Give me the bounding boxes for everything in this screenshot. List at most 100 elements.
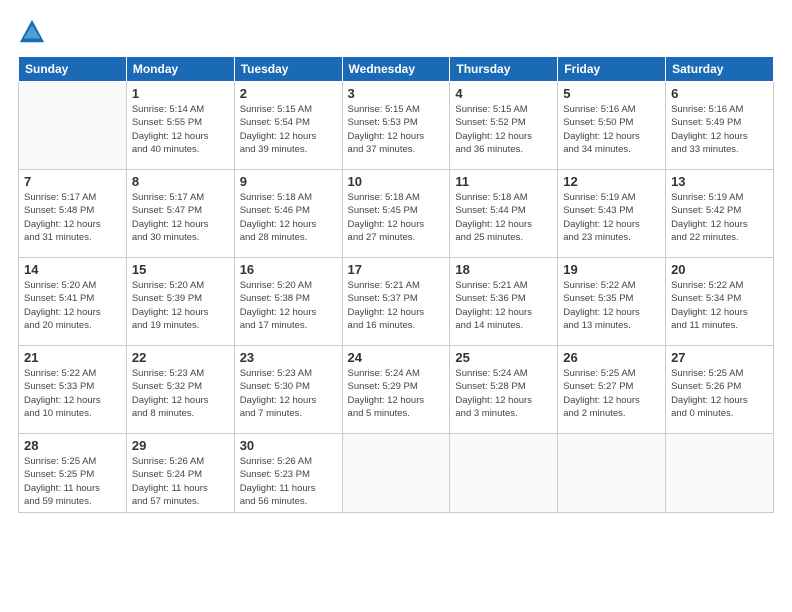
day-info: Sunrise: 5:23 AM Sunset: 5:30 PM Dayligh…: [240, 367, 337, 420]
day-number: 7: [24, 174, 121, 189]
calendar-cell: 11 Sunrise: 5:18 AM Sunset: 5:44 PM Dayli…: [450, 170, 558, 258]
calendar-cell: 5 Sunrise: 5:16 AM Sunset: 5:50 PM Daylig…: [558, 82, 666, 170]
day-number: 5: [563, 86, 660, 101]
day-info: Sunrise: 5:22 AM Sunset: 5:33 PM Dayligh…: [24, 367, 121, 420]
calendar-header-row: SundayMondayTuesdayWednesdayThursdayFrid…: [19, 57, 774, 82]
day-info: Sunrise: 5:26 AM Sunset: 5:24 PM Dayligh…: [132, 455, 229, 508]
day-info: Sunrise: 5:16 AM Sunset: 5:49 PM Dayligh…: [671, 103, 768, 156]
calendar-cell: 6 Sunrise: 5:16 AM Sunset: 5:49 PM Daylig…: [666, 82, 774, 170]
calendar-cell: 29 Sunrise: 5:26 AM Sunset: 5:24 PM Dayli…: [126, 434, 234, 513]
day-info: Sunrise: 5:21 AM Sunset: 5:36 PM Dayligh…: [455, 279, 552, 332]
day-number: 29: [132, 438, 229, 453]
calendar: SundayMondayTuesdayWednesdayThursdayFrid…: [18, 56, 774, 513]
day-info: Sunrise: 5:14 AM Sunset: 5:55 PM Dayligh…: [132, 103, 229, 156]
day-info: Sunrise: 5:18 AM Sunset: 5:45 PM Dayligh…: [348, 191, 445, 244]
logo: [18, 18, 48, 46]
day-header-monday: Monday: [126, 57, 234, 82]
day-number: 3: [348, 86, 445, 101]
day-number: 9: [240, 174, 337, 189]
day-info: Sunrise: 5:25 AM Sunset: 5:27 PM Dayligh…: [563, 367, 660, 420]
calendar-week-2: 7 Sunrise: 5:17 AM Sunset: 5:48 PM Daylig…: [19, 170, 774, 258]
day-info: Sunrise: 5:24 AM Sunset: 5:29 PM Dayligh…: [348, 367, 445, 420]
day-info: Sunrise: 5:26 AM Sunset: 5:23 PM Dayligh…: [240, 455, 337, 508]
day-header-tuesday: Tuesday: [234, 57, 342, 82]
day-number: 17: [348, 262, 445, 277]
calendar-cell: [666, 434, 774, 513]
day-header-thursday: Thursday: [450, 57, 558, 82]
calendar-week-3: 14 Sunrise: 5:20 AM Sunset: 5:41 PM Dayli…: [19, 258, 774, 346]
day-info: Sunrise: 5:22 AM Sunset: 5:35 PM Dayligh…: [563, 279, 660, 332]
day-info: Sunrise: 5:24 AM Sunset: 5:28 PM Dayligh…: [455, 367, 552, 420]
calendar-cell: 26Sunrise: 5:25 AM Sunset: 5:27 PM Dayli…: [558, 346, 666, 434]
calendar-cell: 19 Sunrise: 5:22 AM Sunset: 5:35 PM Dayli…: [558, 258, 666, 346]
calendar-cell: 9 Sunrise: 5:18 AM Sunset: 5:46 PM Daylig…: [234, 170, 342, 258]
day-number: 16: [240, 262, 337, 277]
calendar-cell: 7 Sunrise: 5:17 AM Sunset: 5:48 PM Daylig…: [19, 170, 127, 258]
logo-icon: [18, 18, 46, 46]
day-info: Sunrise: 5:15 AM Sunset: 5:52 PM Dayligh…: [455, 103, 552, 156]
header: [18, 18, 774, 46]
day-number: 13: [671, 174, 768, 189]
day-info: Sunrise: 5:18 AM Sunset: 5:44 PM Dayligh…: [455, 191, 552, 244]
day-info: Sunrise: 5:25 AM Sunset: 5:26 PM Dayligh…: [671, 367, 768, 420]
calendar-cell: 20Sunrise: 5:22 AM Sunset: 5:34 PM Dayli…: [666, 258, 774, 346]
calendar-cell: 21Sunrise: 5:22 AM Sunset: 5:33 PM Dayli…: [19, 346, 127, 434]
calendar-cell: 3 Sunrise: 5:15 AM Sunset: 5:53 PM Daylig…: [342, 82, 450, 170]
day-info: Sunrise: 5:20 AM Sunset: 5:38 PM Dayligh…: [240, 279, 337, 332]
day-header-wednesday: Wednesday: [342, 57, 450, 82]
day-number: 11: [455, 174, 552, 189]
day-number: 23: [240, 350, 337, 365]
calendar-cell: 15 Sunrise: 5:20 AM Sunset: 5:39 PM Dayli…: [126, 258, 234, 346]
day-info: Sunrise: 5:20 AM Sunset: 5:39 PM Dayligh…: [132, 279, 229, 332]
day-info: Sunrise: 5:22 AM Sunset: 5:34 PM Dayligh…: [671, 279, 768, 332]
day-number: 4: [455, 86, 552, 101]
day-number: 19: [563, 262, 660, 277]
day-info: Sunrise: 5:19 AM Sunset: 5:42 PM Dayligh…: [671, 191, 768, 244]
calendar-cell: 25 Sunrise: 5:24 AM Sunset: 5:28 PM Dayli…: [450, 346, 558, 434]
day-info: Sunrise: 5:20 AM Sunset: 5:41 PM Dayligh…: [24, 279, 121, 332]
day-header-sunday: Sunday: [19, 57, 127, 82]
calendar-week-4: 21Sunrise: 5:22 AM Sunset: 5:33 PM Dayli…: [19, 346, 774, 434]
day-info: Sunrise: 5:21 AM Sunset: 5:37 PM Dayligh…: [348, 279, 445, 332]
day-info: Sunrise: 5:18 AM Sunset: 5:46 PM Dayligh…: [240, 191, 337, 244]
calendar-cell: 14 Sunrise: 5:20 AM Sunset: 5:41 PM Dayli…: [19, 258, 127, 346]
day-header-saturday: Saturday: [666, 57, 774, 82]
day-info: Sunrise: 5:15 AM Sunset: 5:54 PM Dayligh…: [240, 103, 337, 156]
calendar-cell: [558, 434, 666, 513]
day-info: Sunrise: 5:15 AM Sunset: 5:53 PM Dayligh…: [348, 103, 445, 156]
calendar-cell: 12Sunrise: 5:19 AM Sunset: 5:43 PM Dayli…: [558, 170, 666, 258]
calendar-cell: 30 Sunrise: 5:26 AM Sunset: 5:23 PM Dayli…: [234, 434, 342, 513]
page: SundayMondayTuesdayWednesdayThursdayFrid…: [0, 0, 792, 612]
calendar-cell: 18 Sunrise: 5:21 AM Sunset: 5:36 PM Dayli…: [450, 258, 558, 346]
calendar-cell: 8 Sunrise: 5:17 AM Sunset: 5:47 PM Daylig…: [126, 170, 234, 258]
day-number: 30: [240, 438, 337, 453]
day-info: Sunrise: 5:17 AM Sunset: 5:47 PM Dayligh…: [132, 191, 229, 244]
calendar-cell: 16 Sunrise: 5:20 AM Sunset: 5:38 PM Dayli…: [234, 258, 342, 346]
calendar-cell: 24 Sunrise: 5:24 AM Sunset: 5:29 PM Dayli…: [342, 346, 450, 434]
day-number: 6: [671, 86, 768, 101]
day-number: 28: [24, 438, 121, 453]
day-number: 25: [455, 350, 552, 365]
day-info: Sunrise: 5:17 AM Sunset: 5:48 PM Dayligh…: [24, 191, 121, 244]
day-number: 15: [132, 262, 229, 277]
calendar-cell: 10Sunrise: 5:18 AM Sunset: 5:45 PM Dayli…: [342, 170, 450, 258]
calendar-cell: [19, 82, 127, 170]
day-number: 14: [24, 262, 121, 277]
calendar-cell: 22Sunrise: 5:23 AM Sunset: 5:32 PM Dayli…: [126, 346, 234, 434]
calendar-cell: 27Sunrise: 5:25 AM Sunset: 5:26 PM Dayli…: [666, 346, 774, 434]
day-number: 1: [132, 86, 229, 101]
calendar-cell: 4 Sunrise: 5:15 AM Sunset: 5:52 PM Daylig…: [450, 82, 558, 170]
calendar-cell: 13 Sunrise: 5:19 AM Sunset: 5:42 PM Dayli…: [666, 170, 774, 258]
day-number: 24: [348, 350, 445, 365]
day-number: 8: [132, 174, 229, 189]
calendar-week-1: 1 Sunrise: 5:14 AM Sunset: 5:55 PM Daylig…: [19, 82, 774, 170]
calendar-cell: 2 Sunrise: 5:15 AM Sunset: 5:54 PM Daylig…: [234, 82, 342, 170]
calendar-week-5: 28 Sunrise: 5:25 AM Sunset: 5:25 PM Dayli…: [19, 434, 774, 513]
day-info: Sunrise: 5:16 AM Sunset: 5:50 PM Dayligh…: [563, 103, 660, 156]
day-info: Sunrise: 5:25 AM Sunset: 5:25 PM Dayligh…: [24, 455, 121, 508]
day-number: 2: [240, 86, 337, 101]
calendar-cell: 28 Sunrise: 5:25 AM Sunset: 5:25 PM Dayli…: [19, 434, 127, 513]
day-number: 18: [455, 262, 552, 277]
day-number: 12: [563, 174, 660, 189]
day-info: Sunrise: 5:23 AM Sunset: 5:32 PM Dayligh…: [132, 367, 229, 420]
